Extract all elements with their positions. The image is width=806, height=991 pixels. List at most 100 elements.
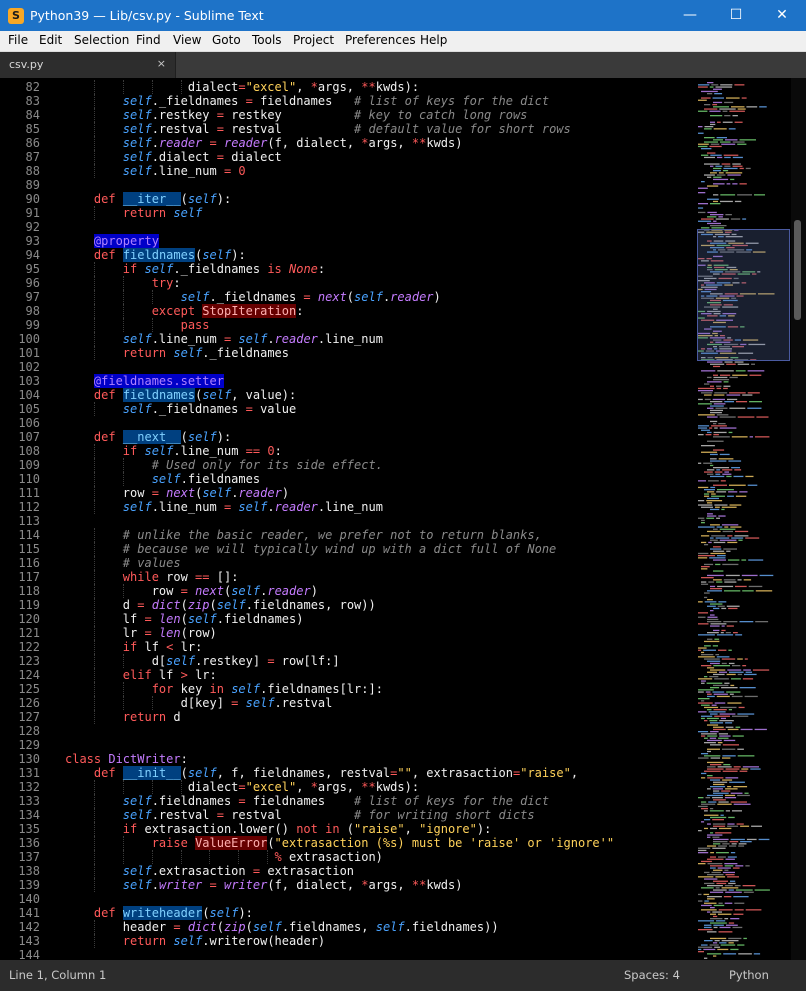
line-number[interactable]: 112 bbox=[0, 500, 40, 514]
line-number[interactable]: 107 bbox=[0, 430, 40, 444]
code-line[interactable]: 120 lf = len(self.fieldnames) bbox=[0, 612, 696, 626]
line-number[interactable]: 103 bbox=[0, 374, 40, 388]
code-line[interactable]: 142 header = dict(zip(self.fieldnames, s… bbox=[0, 920, 696, 934]
line-number[interactable]: 100 bbox=[0, 332, 40, 346]
code-line[interactable]: 96 try: bbox=[0, 276, 696, 290]
scrollbar-thumb[interactable] bbox=[794, 220, 801, 320]
code-line[interactable]: 104 def fieldnames(self, value): bbox=[0, 388, 696, 402]
code-line[interactable]: 112 self.line_num = self.reader.line_num bbox=[0, 500, 696, 514]
code-line[interactable]: 143 return self.writerow(header) bbox=[0, 934, 696, 948]
line-number[interactable]: 102 bbox=[0, 360, 40, 374]
line-number[interactable]: 113 bbox=[0, 514, 40, 528]
tab-csv-py[interactable]: csv.py × bbox=[0, 52, 176, 78]
line-number[interactable]: 94 bbox=[0, 248, 40, 262]
line-number[interactable]: 91 bbox=[0, 206, 40, 220]
code-line[interactable]: 108 if self.line_num == 0: bbox=[0, 444, 696, 458]
code-line[interactable]: 138 self.extrasaction = extrasaction bbox=[0, 864, 696, 878]
code-line[interactable]: 88 self.line_num = 0 bbox=[0, 164, 696, 178]
code-line[interactable]: 139 self.writer = writer(f, dialect, *ar… bbox=[0, 878, 696, 892]
code-line[interactable]: 118 row = next(self.reader) bbox=[0, 584, 696, 598]
line-number[interactable]: 116 bbox=[0, 556, 40, 570]
minimize-button[interactable]: — bbox=[667, 0, 713, 31]
line-number[interactable]: 119 bbox=[0, 598, 40, 612]
code-line[interactable]: 91 return self bbox=[0, 206, 696, 220]
line-number[interactable]: 114 bbox=[0, 528, 40, 542]
line-number[interactable]: 88 bbox=[0, 164, 40, 178]
code-line[interactable]: 123 d[self.restkey] = row[lf:] bbox=[0, 654, 696, 668]
line-number[interactable]: 95 bbox=[0, 262, 40, 276]
code-line[interactable]: 98 except StopIteration: bbox=[0, 304, 696, 318]
code-line[interactable]: 116 # values bbox=[0, 556, 696, 570]
line-number[interactable]: 135 bbox=[0, 822, 40, 836]
line-number[interactable]: 133 bbox=[0, 794, 40, 808]
code-line[interactable]: 105 self._fieldnames = value bbox=[0, 402, 696, 416]
line-number[interactable]: 118 bbox=[0, 584, 40, 598]
line-number[interactable]: 138 bbox=[0, 864, 40, 878]
tab-close-icon[interactable]: × bbox=[157, 57, 166, 70]
code-line[interactable]: 140 bbox=[0, 892, 696, 906]
line-number[interactable]: 115 bbox=[0, 542, 40, 556]
menu-preferences[interactable]: Preferences bbox=[345, 33, 416, 47]
line-number[interactable]: 128 bbox=[0, 724, 40, 738]
menu-edit[interactable]: Edit bbox=[39, 33, 62, 47]
line-number[interactable]: 120 bbox=[0, 612, 40, 626]
line-number[interactable]: 144 bbox=[0, 948, 40, 960]
code-line[interactable]: 129 bbox=[0, 738, 696, 752]
line-number[interactable]: 143 bbox=[0, 934, 40, 948]
close-button[interactable]: ✕ bbox=[759, 0, 805, 31]
line-number[interactable]: 90 bbox=[0, 192, 40, 206]
menu-help[interactable]: Help bbox=[420, 33, 447, 47]
line-number[interactable]: 93 bbox=[0, 234, 40, 248]
code-line[interactable]: 111 row = next(self.reader) bbox=[0, 486, 696, 500]
code-editor[interactable]: 82 dialect="excel", *args, **kwds): 83 se… bbox=[0, 78, 806, 960]
menu-goto[interactable]: Goto bbox=[212, 33, 241, 47]
menu-tools[interactable]: Tools bbox=[252, 33, 282, 47]
line-number[interactable]: 85 bbox=[0, 122, 40, 136]
code-line[interactable]: 99 pass bbox=[0, 318, 696, 332]
code-line[interactable]: 85 self.restval = restval # default valu… bbox=[0, 122, 696, 136]
code-line[interactable]: 117 while row == []: bbox=[0, 570, 696, 584]
code-line[interactable]: 87 self.dialect = dialect bbox=[0, 150, 696, 164]
code-line[interactable]: 113 bbox=[0, 514, 696, 528]
line-number[interactable]: 141 bbox=[0, 906, 40, 920]
code-line[interactable]: 127 return d bbox=[0, 710, 696, 724]
code-line[interactable]: 137 % extrasaction) bbox=[0, 850, 696, 864]
line-number[interactable]: 123 bbox=[0, 654, 40, 668]
line-number[interactable]: 131 bbox=[0, 766, 40, 780]
code-line[interactable]: 144 bbox=[0, 948, 696, 960]
minimap[interactable] bbox=[696, 78, 791, 960]
line-number[interactable]: 101 bbox=[0, 346, 40, 360]
line-number[interactable]: 124 bbox=[0, 668, 40, 682]
line-number[interactable]: 110 bbox=[0, 472, 40, 486]
line-number[interactable]: 92 bbox=[0, 220, 40, 234]
code-line[interactable]: 141 def writeheader(self): bbox=[0, 906, 696, 920]
code-line[interactable]: 131 def __init__(self, f, fieldnames, re… bbox=[0, 766, 696, 780]
menu-view[interactable]: View bbox=[173, 33, 201, 47]
code-line[interactable]: 128 bbox=[0, 724, 696, 738]
line-number[interactable]: 84 bbox=[0, 108, 40, 122]
maximize-button[interactable]: ☐ bbox=[713, 0, 759, 31]
code-line[interactable]: 133 self.fieldnames = fieldnames # list … bbox=[0, 794, 696, 808]
indentation-setting[interactable]: Spaces: 4 bbox=[624, 968, 680, 982]
line-number[interactable]: 89 bbox=[0, 178, 40, 192]
line-number[interactable]: 121 bbox=[0, 626, 40, 640]
line-number[interactable]: 98 bbox=[0, 304, 40, 318]
code-line[interactable]: 114 # unlike the basic reader, we prefer… bbox=[0, 528, 696, 542]
code-line[interactable]: 121 lr = len(row) bbox=[0, 626, 696, 640]
code-line[interactable]: 100 self.line_num = self.reader.line_num bbox=[0, 332, 696, 346]
menu-file[interactable]: File bbox=[8, 33, 28, 47]
code-line[interactable]: 93 @property bbox=[0, 234, 696, 248]
line-number[interactable]: 129 bbox=[0, 738, 40, 752]
line-number[interactable]: 82 bbox=[0, 80, 40, 94]
line-number[interactable]: 136 bbox=[0, 836, 40, 850]
code-line[interactable]: 124 elif lf > lr: bbox=[0, 668, 696, 682]
vertical-scrollbar[interactable] bbox=[791, 78, 806, 960]
line-number[interactable]: 96 bbox=[0, 276, 40, 290]
line-number[interactable]: 87 bbox=[0, 150, 40, 164]
code-line[interactable]: 130 class DictWriter: bbox=[0, 752, 696, 766]
code-line[interactable]: 110 self.fieldnames bbox=[0, 472, 696, 486]
code-line[interactable]: 95 if self._fieldnames is None: bbox=[0, 262, 696, 276]
line-number[interactable]: 137 bbox=[0, 850, 40, 864]
line-number[interactable]: 109 bbox=[0, 458, 40, 472]
line-number[interactable]: 117 bbox=[0, 570, 40, 584]
